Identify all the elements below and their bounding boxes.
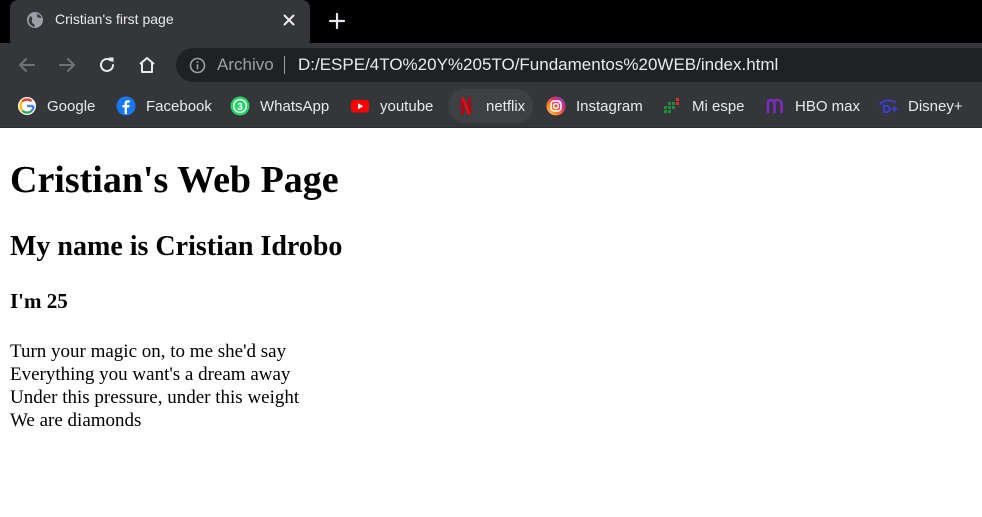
tab-title: Cristian's first page bbox=[55, 11, 174, 27]
address-url[interactable]: D:/ESPE/4TO%20Y%205TO/Fundamentos%20WEB/… bbox=[298, 55, 778, 75]
browser-toolbar: Archivo D:/ESPE/4TO%20Y%205TO/Fundamento… bbox=[0, 43, 982, 86]
lyric-line: Everything you want's a dream away bbox=[10, 364, 291, 385]
reload-icon[interactable] bbox=[96, 54, 118, 76]
bookmarks-bar: Google Facebook 3 WhatsApp youtube netfl bbox=[0, 86, 982, 128]
bookmark-label: HBO max bbox=[795, 97, 861, 115]
whatsapp-icon: 3 bbox=[230, 96, 250, 116]
bookmark-whatsapp[interactable]: 3 WhatsApp bbox=[222, 89, 337, 123]
facebook-icon bbox=[116, 96, 136, 116]
page-heading: Cristian's Web Page bbox=[10, 159, 339, 201]
bookmark-netflix[interactable]: netflix bbox=[448, 89, 534, 123]
bookmark-label: Mi espe bbox=[692, 97, 745, 115]
bookmark-label: youtube bbox=[380, 97, 434, 115]
age-heading: I'm 25 bbox=[10, 289, 68, 313]
tab-strip: Cristian's first page bbox=[0, 0, 982, 43]
bookmark-hbo-max[interactable]: HBO max bbox=[757, 89, 868, 123]
netflix-icon bbox=[461, 97, 471, 115]
name-heading: My name is Cristian Idrobo bbox=[10, 231, 343, 262]
bookmark-label: WhatsApp bbox=[260, 97, 330, 115]
arrow-left-icon[interactable] bbox=[16, 54, 38, 76]
bookmark-facebook[interactable]: Facebook bbox=[108, 89, 220, 123]
bookmark-label: netflix bbox=[486, 97, 526, 115]
google-icon bbox=[18, 97, 36, 115]
bookmark-instagram[interactable]: Instagram bbox=[538, 89, 651, 123]
home-icon[interactable] bbox=[136, 54, 158, 76]
globe-icon bbox=[27, 12, 43, 28]
hbo-max-icon bbox=[766, 98, 783, 114]
lyric-line: Turn your magic on, to me she'd say bbox=[10, 341, 287, 362]
arrow-right-icon[interactable] bbox=[56, 54, 78, 76]
whatsapp-badge: 3 bbox=[237, 102, 243, 113]
bookmark-label: Google bbox=[47, 97, 96, 115]
bookmark-disney-plus[interactable]: Disney+ bbox=[870, 89, 971, 123]
address-bar[interactable]: Archivo D:/ESPE/4TO%20Y%205TO/Fundamento… bbox=[176, 48, 982, 82]
lyrics-paragraph: Turn your magic on, to me she'd say Ever… bbox=[10, 340, 299, 432]
espe-icon bbox=[664, 98, 679, 113]
bookmark-youtube[interactable]: youtube bbox=[342, 89, 441, 123]
bookmark-mi-espe[interactable]: Mi espe bbox=[654, 89, 753, 123]
bookmark-label: Disney+ bbox=[908, 97, 963, 115]
lyric-line: We are diamonds bbox=[10, 410, 142, 431]
instagram-icon bbox=[546, 96, 566, 116]
plus-icon[interactable] bbox=[327, 11, 347, 31]
lyric-line: Under this pressure, under this weight bbox=[10, 387, 300, 408]
disney-plus-icon bbox=[879, 99, 898, 114]
bookmark-label: Instagram bbox=[576, 97, 643, 115]
address-divider bbox=[284, 56, 285, 74]
info-icon[interactable] bbox=[189, 57, 206, 74]
youtube-icon bbox=[351, 100, 369, 113]
close-icon[interactable] bbox=[281, 12, 297, 28]
address-scheme-label: Archivo bbox=[217, 55, 274, 74]
bookmark-label: Facebook bbox=[146, 97, 212, 115]
bookmark-google[interactable]: Google bbox=[9, 89, 103, 123]
page-viewport: Cristian's Web Page My name is Cristian … bbox=[0, 129, 982, 517]
browser-tab[interactable]: Cristian's first page bbox=[10, 0, 310, 43]
